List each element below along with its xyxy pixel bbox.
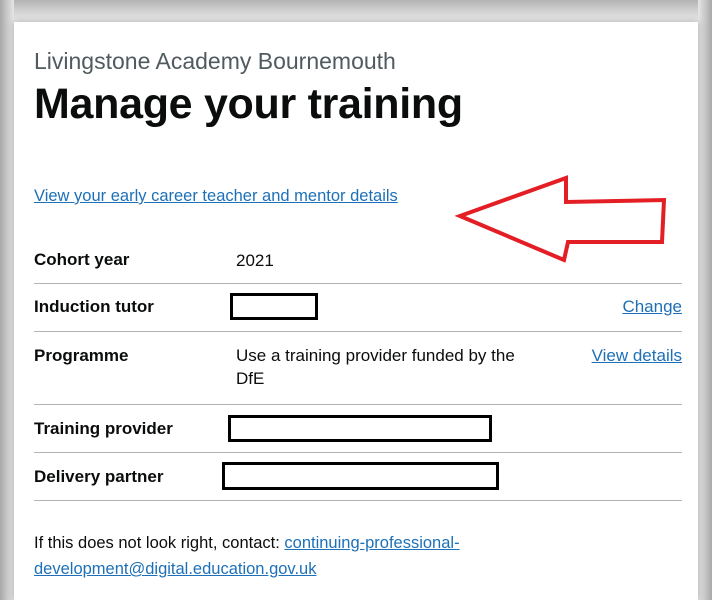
redacted-training-provider [228, 415, 492, 442]
summary-row-training-provider: Training provider [34, 405, 682, 453]
cohort-year-key: Cohort year [34, 250, 130, 269]
contact-footer: If this does not look right, contact: co… [34, 530, 634, 582]
delivery-partner-key: Delivery partner [34, 467, 164, 486]
redacted-delivery-partner [222, 462, 499, 490]
summary-row-programme: Programme Use a training provider funded… [34, 332, 682, 405]
page-title: Manage your training [34, 80, 463, 128]
cohort-year-value: 2021 [236, 251, 274, 270]
summary-row-induction-tutor: Induction tutor Change [34, 284, 682, 332]
contact-text: If this does not look right, contact: [34, 534, 285, 552]
page-card: Livingstone Academy Bournemouth Manage y… [14, 22, 698, 600]
screenshot-shadow-top [0, 0, 712, 22]
programme-value: Use a training provider funded by the Df… [236, 346, 515, 388]
summary-row-delivery-partner: Delivery partner [34, 453, 682, 501]
screenshot-shadow-right [698, 0, 712, 600]
programme-key: Programme [34, 346, 129, 365]
change-induction-tutor-link[interactable]: Change [622, 297, 682, 317]
redacted-induction-tutor [230, 293, 318, 320]
summary-row-cohort: Cohort year 2021 [34, 237, 682, 284]
training-provider-key: Training provider [34, 419, 173, 438]
view-programme-details-link[interactable]: View details [592, 346, 682, 366]
screenshot-shadow-left [0, 0, 14, 600]
view-ect-mentor-details-link[interactable]: View your early career teacher and mento… [34, 187, 398, 206]
induction-tutor-key: Induction tutor [34, 297, 154, 316]
training-summary-list: Cohort year 2021 Induction tutor Change … [34, 237, 682, 501]
school-name-caption: Livingstone Academy Bournemouth [34, 48, 396, 74]
